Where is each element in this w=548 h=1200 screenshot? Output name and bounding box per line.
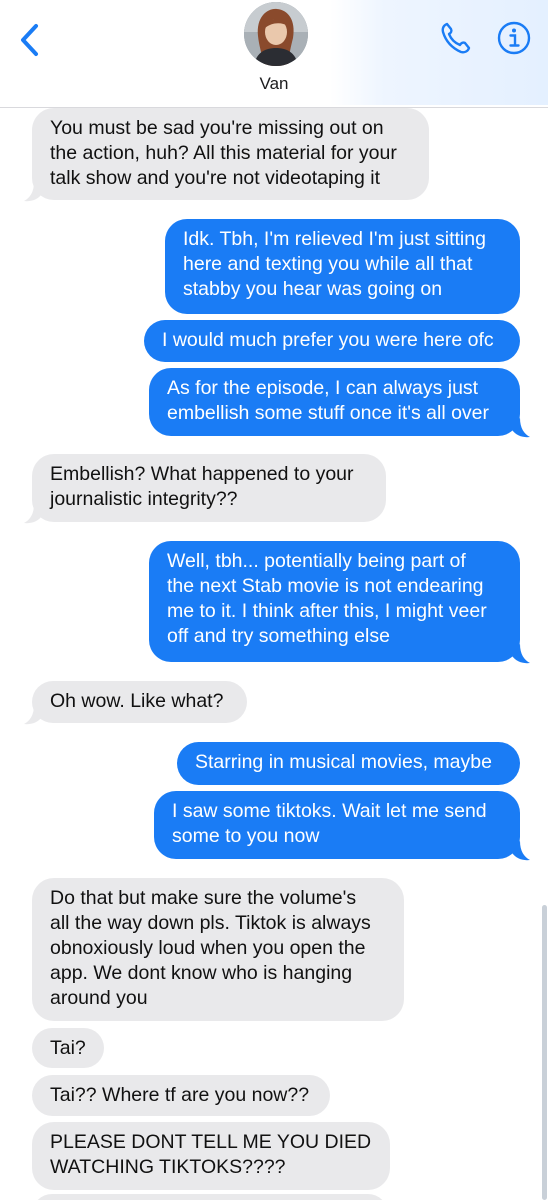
- received-message[interactable]: Tai?: [32, 1028, 104, 1068]
- back-button[interactable]: [16, 20, 46, 60]
- bubble-tail: [24, 182, 42, 202]
- sent-message[interactable]: I saw some tiktoks. Wait let me send som…: [154, 791, 520, 859]
- avatar-photo: [244, 2, 308, 66]
- chevron-left-icon: [21, 24, 38, 56]
- message-thread[interactable]: You must be sad you're missing out on th…: [0, 108, 548, 1200]
- received-message[interactable]: PLEASE DONT TELL ME YOU DIED WATCHING TI…: [32, 1122, 390, 1190]
- bubble-tail: [512, 418, 530, 438]
- received-message[interactable]: Embellish? What happened to your journal…: [32, 454, 386, 522]
- avatar[interactable]: [244, 2, 308, 66]
- sent-message[interactable]: Well, tbh... potentially being part of t…: [149, 541, 520, 662]
- sent-message[interactable]: Starring in musical movies, maybe: [177, 742, 520, 785]
- received-message-partial[interactable]: [32, 1194, 388, 1200]
- received-message[interactable]: Do that but make sure the volume's all t…: [32, 878, 404, 1021]
- bubble-tail: [24, 705, 42, 725]
- sent-message[interactable]: I would much prefer you were here ofc: [144, 320, 520, 362]
- bubble-tail: [24, 504, 42, 524]
- contact-name[interactable]: Van: [0, 74, 548, 94]
- bubble-tail: [512, 644, 530, 664]
- sent-message[interactable]: As for the episode, I can always just em…: [149, 368, 520, 436]
- info-button[interactable]: [496, 20, 532, 56]
- bubble-tail: [512, 841, 530, 861]
- call-button[interactable]: [438, 20, 472, 56]
- phone-icon: [441, 22, 471, 54]
- received-message[interactable]: You must be sad you're missing out on th…: [32, 108, 429, 200]
- received-message[interactable]: Tai?? Where tf are you now??: [32, 1075, 330, 1116]
- received-message[interactable]: Oh wow. Like what?: [32, 681, 247, 723]
- scrollbar[interactable]: [542, 905, 547, 1200]
- info-icon: [497, 21, 531, 55]
- sent-message[interactable]: Idk. Tbh, I'm relieved I'm just sitting …: [165, 219, 520, 314]
- conversation-header: Van: [0, 0, 548, 108]
